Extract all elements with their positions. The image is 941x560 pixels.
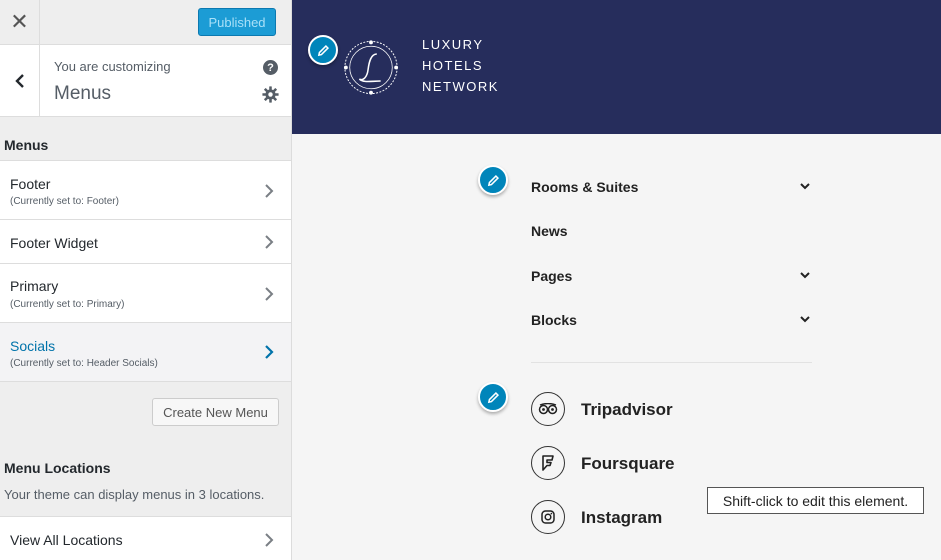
back-button[interactable] [0,45,40,116]
menu-item-location: (Currently set to: Header Socials) [10,358,158,369]
close-customizer-button[interactable]: ✕ [0,0,40,45]
social-link-instagram[interactable]: Instagram [581,508,662,528]
publish-button[interactable]: Published [198,8,276,36]
gear-icon[interactable] [262,86,279,103]
chevron-down-icon[interactable] [799,313,811,325]
chevron-down-icon[interactable] [799,269,811,281]
menu-item-location: (Currently set to: Primary) [10,299,125,310]
tripadvisor-icon[interactable] [531,392,565,426]
social-link-foursquare[interactable]: Foursquare [581,454,675,474]
edit-tooltip: Shift-click to edit this element. [707,487,924,514]
view-all-locations-label: View All Locations [10,532,123,548]
site-title[interactable]: LUXURY HOTELS NETWORK [422,34,499,97]
chevron-down-icon[interactable] [799,180,811,192]
customizing-label: You are customizing [54,59,171,74]
menu-locations-title: Menu Locations [4,460,111,476]
tripadvisor-owl-glyph [538,403,558,415]
instagram-icon[interactable] [531,500,565,534]
create-new-menu-button[interactable]: Create New Menu [152,398,279,426]
instagram-glyph [541,510,555,524]
nav-divider [531,362,812,363]
chevron-right-icon [265,184,274,198]
help-icon[interactable]: ? [263,60,278,75]
pencil-icon [317,44,329,56]
site-title-line: NETWORK [422,79,499,94]
nav-item-news[interactable]: News [531,223,568,239]
pencil-icon [487,391,499,403]
menu-locations-description: Your theme can display menus in 3 locati… [4,487,265,502]
menu-item-label: Primary [10,278,59,294]
menus-group-title: Menus [4,137,49,153]
chevron-right-icon [265,235,274,249]
chevron-right-icon [265,287,274,301]
menu-item-socials[interactable]: Socials (Currently set to: Header Social… [0,322,291,382]
foursquare-glyph [542,455,554,471]
edit-shortcut-socials-menu[interactable] [478,382,508,412]
edit-shortcut-primary-menu[interactable] [478,165,508,195]
close-icon: ✕ [10,10,29,35]
site-header: LUXURY HOTELS NETWORK [292,0,941,134]
site-preview: LUXURY HOTELS NETWORK Rooms & Suites New… [292,0,941,560]
pencil-icon [487,174,499,186]
menu-item-label: Footer Widget [10,235,98,251]
chevron-right-icon [265,345,274,359]
nav-item-pages[interactable]: Pages [531,268,572,284]
menu-item-label: Footer [10,176,51,192]
nav-item-blocks[interactable]: Blocks [531,312,577,328]
section-title: Menus [54,83,112,104]
chevron-left-icon [14,73,24,88]
site-title-line: HOTELS [422,58,484,73]
nav-item-rooms-suites[interactable]: Rooms & Suites [531,179,638,195]
hotel-logo-emblem[interactable] [342,36,400,99]
view-all-locations-item[interactable]: View All Locations [0,516,291,560]
chevron-right-icon [265,533,274,547]
foursquare-icon[interactable] [531,446,565,480]
menu-item-footer[interactable]: Footer (Currently set to: Footer) [0,160,291,220]
site-title-line: LUXURY [422,37,484,52]
menu-item-location: (Currently set to: Footer) [10,196,119,207]
customizer-sidebar: ✕ Published You are customizing Menus ? [0,0,292,560]
social-link-tripadvisor[interactable]: Tripadvisor [581,400,673,420]
section-header: You are customizing Menus ? [0,45,291,117]
menu-item-primary[interactable]: Primary (Currently set to: Primary) [0,263,291,323]
menu-item-label: Socials [10,338,56,354]
customizer-topbar: ✕ Published [0,0,291,45]
menu-item-footer-widget[interactable]: Footer Widget [0,219,291,264]
edit-shortcut-logo[interactable] [308,35,338,65]
